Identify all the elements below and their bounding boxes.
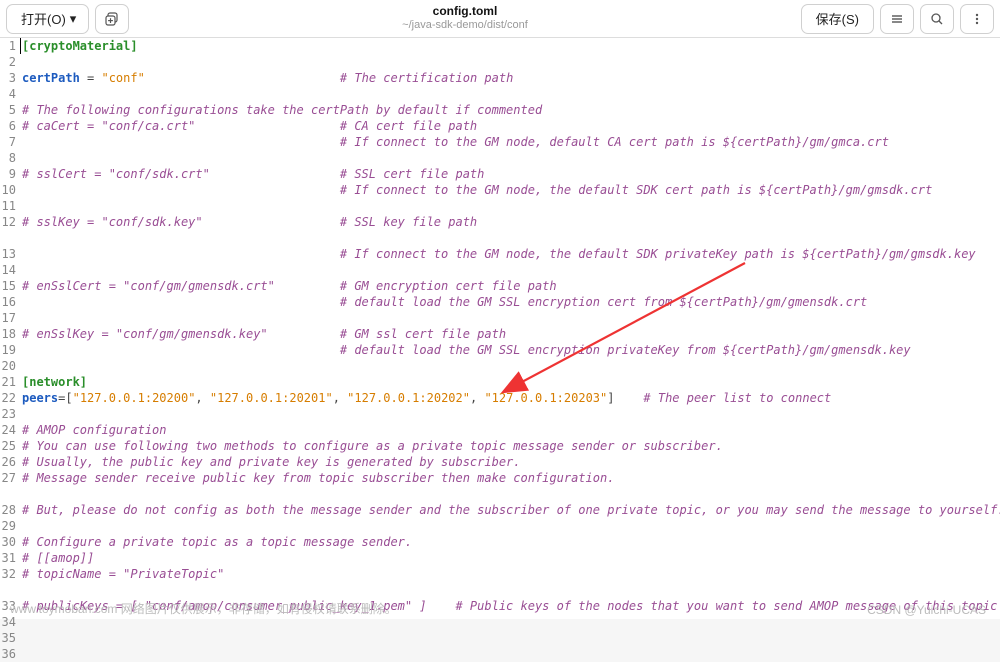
code-line[interactable]: # enSslCert = "conf/gm/gmensdk.crt" # GM… (22, 278, 1000, 294)
new-tab-button[interactable] (95, 4, 129, 34)
code-line[interactable] (22, 262, 1000, 278)
open-button-label: 打开(O) (21, 9, 66, 28)
line-number: 15 (0, 278, 16, 294)
code-line[interactable]: # default load the GM SSL encryption cer… (22, 294, 1000, 310)
line-number: 17 (0, 310, 16, 326)
line-number: 30 (0, 534, 16, 550)
code-line[interactable]: # If connect to the GM node, the default… (22, 182, 1000, 198)
document-title: config.toml (135, 4, 794, 19)
line-number: 1 (0, 38, 16, 54)
code-line[interactable]: # default load the GM SSL encryption pri… (22, 342, 1000, 358)
code-line[interactable]: # sslCert = "conf/sdk.crt" # SSL cert fi… (22, 166, 1000, 182)
code-area[interactable]: [cryptoMaterial] certPath = "conf" # The … (20, 38, 1000, 619)
editor[interactable]: 1234567891011121314151617181920212223242… (0, 38, 1000, 619)
line-number: 11 (0, 198, 16, 214)
line-number: 4 (0, 86, 16, 102)
code-line[interactable] (22, 198, 1000, 214)
line-number: 14 (0, 262, 16, 278)
code-line[interactable]: # caCert = "conf/ca.crt" # CA cert file … (22, 118, 1000, 134)
code-line[interactable] (22, 358, 1000, 374)
line-number: 24 (0, 422, 16, 438)
code-line[interactable]: # But, please do not config as both the … (22, 502, 1000, 518)
code-line[interactable]: # Configure a private topic as a topic m… (22, 534, 1000, 550)
code-line[interactable]: # The following configurations take the … (22, 102, 1000, 118)
code-line[interactable]: # [[amop]] (22, 550, 1000, 566)
line-number: 10 (0, 182, 16, 198)
line-number: 35 (0, 630, 16, 646)
document-path: ~/java-sdk-demo/dist/conf (135, 19, 794, 33)
watermark-left: www.toymoban.com 网络图片仅供展示，非存储，如有侵权请联系删除。 (10, 600, 397, 617)
kebab-icon (970, 12, 984, 26)
hamburger-icon (890, 12, 904, 26)
line-number: 18 (0, 326, 16, 342)
hamburger-menu-button[interactable] (880, 4, 914, 34)
code-line[interactable]: # Message sender receive public key from… (22, 470, 1000, 502)
code-line[interactable]: peers=["127.0.0.1:20200", "127.0.0.1:202… (22, 390, 1000, 406)
code-line[interactable]: # AMOP configuration (22, 422, 1000, 438)
line-number-gutter: 1234567891011121314151617181920212223242… (0, 38, 20, 619)
open-button[interactable]: 打开(O) ▾ (6, 4, 89, 34)
line-number: 29 (0, 518, 16, 534)
code-line[interactable] (22, 310, 1000, 326)
new-tab-icon (105, 12, 119, 26)
title-block: config.toml ~/java-sdk-demo/dist/conf (135, 4, 794, 33)
code-line[interactable]: # enSslKey = "conf/gm/gmensdk.key" # GM … (22, 326, 1000, 342)
code-line[interactable]: # topicName = "PrivateTopic" (22, 566, 1000, 598)
code-line[interactable] (22, 86, 1000, 102)
line-number: 9 (0, 166, 16, 182)
code-line[interactable]: # Usually, the public key and private ke… (22, 454, 1000, 470)
line-number: 32 (0, 566, 16, 598)
search-button[interactable] (920, 4, 954, 34)
save-button[interactable]: 保存(S) (801, 4, 874, 34)
code-line[interactable]: # You can use following two methods to c… (22, 438, 1000, 454)
code-line[interactable]: # If connect to the GM node, the default… (22, 246, 1000, 262)
line-number: 20 (0, 358, 16, 374)
code-line[interactable] (22, 518, 1000, 534)
search-icon (930, 12, 944, 26)
code-line[interactable] (22, 406, 1000, 422)
chevron-down-icon: ▾ (70, 11, 77, 27)
menu-button[interactable] (960, 4, 994, 34)
line-number: 36 (0, 646, 16, 662)
line-number: 12 (0, 214, 16, 246)
code-line[interactable]: certPath = "conf" # The certification pa… (22, 70, 1000, 86)
line-number: 23 (0, 406, 16, 422)
code-line[interactable] (22, 150, 1000, 166)
code-line[interactable]: # If connect to the GM node, default CA … (22, 134, 1000, 150)
line-number: 31 (0, 550, 16, 566)
save-button-label: 保存(S) (816, 9, 859, 28)
line-number: 13 (0, 246, 16, 262)
line-number: 2 (0, 54, 16, 70)
watermark-right: CSDN @Yuichi-UCAS (867, 603, 986, 617)
toolbar: 打开(O) ▾ config.toml ~/java-sdk-demo/dist… (0, 0, 1000, 38)
line-number: 5 (0, 102, 16, 118)
code-line[interactable] (22, 54, 1000, 70)
line-number: 22 (0, 390, 16, 406)
line-number: 26 (0, 454, 16, 470)
line-number: 28 (0, 502, 16, 518)
code-line[interactable]: [network] (22, 374, 1000, 390)
code-line[interactable]: # sslKey = "conf/sdk.key" # SSL key file… (22, 214, 1000, 246)
line-number: 19 (0, 342, 16, 358)
line-number: 8 (0, 150, 16, 166)
line-number: 3 (0, 70, 16, 86)
line-number: 6 (0, 118, 16, 134)
line-number: 27 (0, 470, 16, 502)
line-number: 25 (0, 438, 16, 454)
line-number: 7 (0, 134, 16, 150)
code-line[interactable]: [cryptoMaterial] (22, 38, 1000, 54)
line-number: 21 (0, 374, 16, 390)
line-number: 16 (0, 294, 16, 310)
